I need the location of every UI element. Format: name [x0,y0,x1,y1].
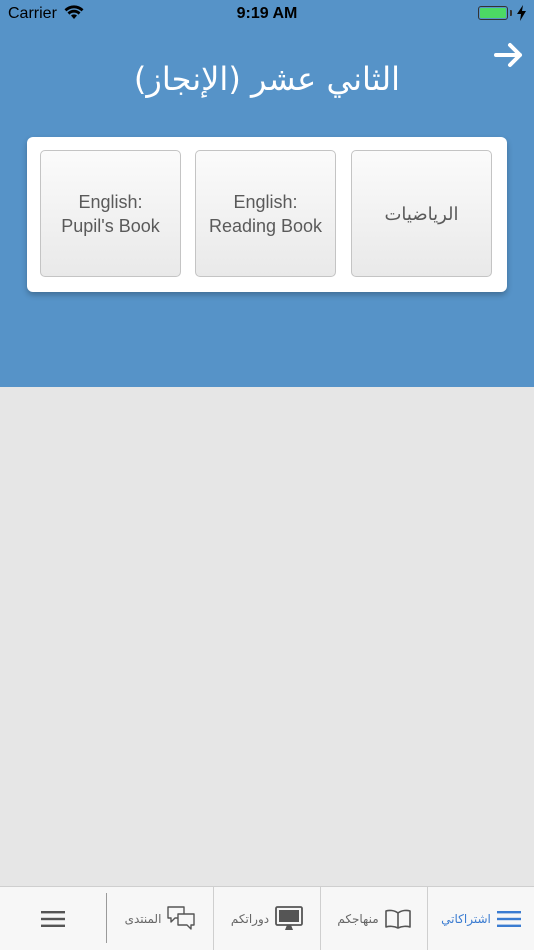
charging-bolt-icon [517,5,526,21]
tab-divider [106,893,107,943]
subject-tile-pupils-book[interactable]: English: Pupil's Book [40,150,181,277]
battery-fill [480,8,506,18]
subject-label: English: Reading Book [208,191,323,236]
tab-more-menu[interactable] [0,887,106,950]
chat-bubbles-icon [167,905,196,930]
subject-tile-reading-book[interactable]: English: Reading Book [195,150,336,277]
tab-subscriptions[interactable]: اشتراكاتي [427,887,534,950]
subjects-card: الرياضيات English: Reading Book English:… [27,137,507,292]
tab-label: اشتراكاتي [441,911,491,926]
tab-label: المنتدى [124,911,162,926]
tab-bar: اشتراكاتي منهاجكم دوراتكم المنتدى [0,886,534,950]
battery-icon [478,6,508,20]
subject-label: الرياضيات [384,203,459,224]
clock: 9:19 AM [236,5,298,22]
list-icon [496,910,521,927]
status-bar: Carrier 9:19 AM [0,0,534,28]
tab-forum[interactable]: المنتدى [107,887,213,950]
monitor-icon [275,905,304,930]
tab-label: منهاجكم [337,911,379,926]
page-title: الثاني عشر (الإنجاز) [133,60,401,98]
open-book-icon [384,909,411,929]
header: Carrier 9:19 AM الثاني عشر (الإنجاز) الر… [0,0,534,387]
tab-label: دوراتكم [230,911,270,926]
menu-icon [41,910,65,927]
tab-curricula[interactable]: منهاجكم [320,887,427,950]
battery-tip [510,10,512,16]
subject-label: English: Pupil's Book [61,191,160,236]
subject-tile-math[interactable]: الرياضيات [351,150,492,277]
tab-courses[interactable]: دوراتكم [213,887,320,950]
